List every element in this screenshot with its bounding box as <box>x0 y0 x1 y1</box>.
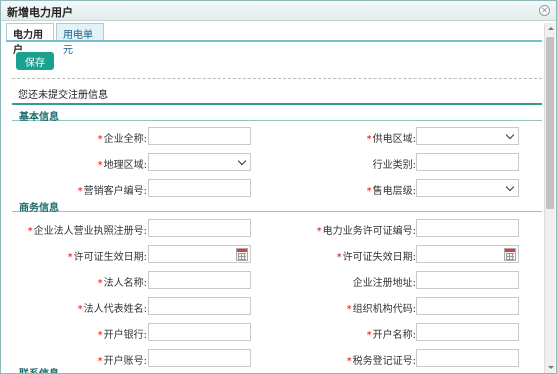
marketing-no-input[interactable] <box>148 179 251 197</box>
scrollbar-thumb[interactable] <box>546 37 554 209</box>
legal-name-label: *法人名称: <box>97 278 147 289</box>
geo-area-select[interactable] <box>148 153 251 171</box>
registration-notice: 您还未提交注册信息 <box>18 90 108 101</box>
permit-start-date-input[interactable] <box>148 245 251 263</box>
calendar-icon[interactable] <box>504 248 516 261</box>
vertical-scrollbar[interactable] <box>544 23 555 373</box>
account-name-label: *开户名称: <box>366 330 416 341</box>
tab-power-unit[interactable]: 用电单元 <box>56 23 104 56</box>
supply-area-select[interactable] <box>416 127 519 145</box>
company-name-input[interactable] <box>148 127 251 145</box>
account-name-input[interactable] <box>416 323 519 341</box>
permit-end-label: *许可证失效日期: <box>336 252 416 263</box>
section-contact: 联系信息 <box>12 365 542 373</box>
legal-rep-input[interactable] <box>148 297 251 315</box>
new-power-user-dialog: 新增电力用户 ✕ 电力用户 用电单元 保存 您还未提交注册信息 基本信息 *企业… <box>0 0 557 374</box>
chevron-down-icon <box>237 156 247 166</box>
section-business: 商务信息 <box>12 199 542 214</box>
industry-label: 行业类别: <box>372 160 416 171</box>
supply-area-label: *供电区域: <box>366 134 416 145</box>
scroll-up-icon[interactable] <box>545 23 556 33</box>
geo-area-label: *地理区域: <box>97 160 147 171</box>
license-no-label: *企业法人营业执照注册号: <box>27 226 147 237</box>
calendar-icon[interactable] <box>236 248 248 261</box>
legal-rep-label: *法人代表姓名: <box>77 304 147 315</box>
section-business-title: 商务信息 <box>19 203 59 214</box>
industry-input[interactable] <box>416 153 519 171</box>
toolbar-divider <box>12 78 542 79</box>
close-icon[interactable]: ✕ <box>539 5 550 16</box>
chevron-down-icon <box>505 182 515 192</box>
sale-level-select[interactable] <box>416 179 519 197</box>
license-no-input[interactable] <box>148 219 251 237</box>
chevron-down-icon <box>505 130 515 140</box>
legal-name-input[interactable] <box>148 271 251 289</box>
reg-address-label: 企业注册地址: <box>352 278 416 289</box>
permit-end-date-input[interactable] <box>416 245 519 263</box>
permit-start-label: *许可证生效日期: <box>67 252 147 263</box>
org-code-label: *组织机构代码: <box>346 304 416 315</box>
org-code-input[interactable] <box>416 297 519 315</box>
power-permit-no-input[interactable] <box>416 219 519 237</box>
section-basic: 基本信息 <box>12 108 542 123</box>
marketing-no-label: *营销客户编号: <box>77 186 147 197</box>
reg-address-input[interactable] <box>416 271 519 289</box>
notice-divider <box>12 103 542 105</box>
power-permit-no-label: *电力业务许可证编号: <box>316 226 416 237</box>
bank-input[interactable] <box>148 323 251 341</box>
tab-power-user[interactable]: 电力用户 <box>6 23 54 56</box>
save-button[interactable]: 保存 <box>16 52 54 70</box>
scroll-down-icon[interactable] <box>545 363 556 373</box>
bank-label: *开户银行: <box>97 330 147 341</box>
dialog-title: 新增电力用户 <box>7 6 73 19</box>
dialog-titlebar: 新增电力用户 ✕ <box>1 1 556 21</box>
sale-level-label: *售电层级: <box>366 186 416 197</box>
form-content: 保存 您还未提交注册信息 基本信息 *企业全称: *供电区域: *地理区域: 行… <box>6 42 542 373</box>
section-contact-title: 联系信息 <box>19 365 59 373</box>
company-name-label: *企业全称: <box>97 134 147 145</box>
section-basic-title: 基本信息 <box>19 112 59 123</box>
